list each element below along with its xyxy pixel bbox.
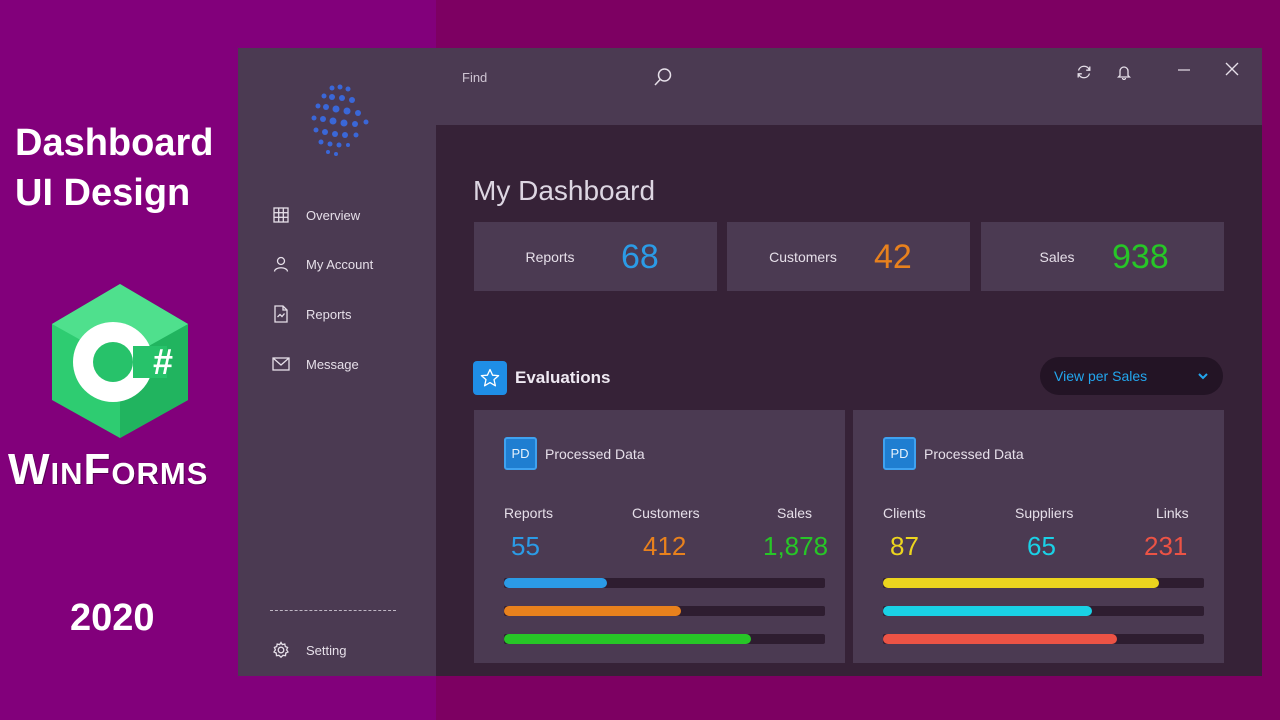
- view-select-dropdown[interactable]: View per Sales: [1040, 357, 1223, 395]
- sidebar-item-message[interactable]: Message: [270, 352, 359, 376]
- minimize-icon: [1178, 69, 1190, 71]
- stat-value: 68: [621, 238, 659, 276]
- metric-label-sales: Sales: [777, 505, 813, 521]
- promo-title: Dashboard UI Design: [15, 118, 213, 218]
- sidebar-item-reports[interactable]: Reports: [270, 302, 352, 326]
- progress-bar-sales: [504, 634, 752, 644]
- evaluations-title: Evaluations: [515, 368, 611, 387]
- progress-track-sales: [504, 634, 825, 644]
- metric-value-sales: 1,878: [763, 531, 829, 561]
- metric-value-reports: 55: [511, 531, 540, 561]
- metric-value-customers: 412: [643, 531, 687, 561]
- metric-value-links: 231: [1144, 531, 1188, 561]
- csharp-logo: #: [52, 284, 188, 438]
- search-icon: [654, 68, 672, 86]
- csharp-logo-hash: #: [153, 341, 173, 382]
- notifications-button[interactable]: [1112, 60, 1136, 84]
- promo-title-line2: UI Design: [15, 172, 191, 214]
- stat-label: Reports: [525, 249, 575, 265]
- sidebar-divider: [270, 610, 396, 611]
- sidebar-item-label: Message: [306, 356, 359, 372]
- pd-badge: PD: [883, 437, 916, 470]
- minimize-button[interactable]: [1172, 58, 1196, 82]
- mail-icon: [270, 355, 292, 373]
- stat-value: 938: [1112, 238, 1169, 276]
- stat-card-sales: Sales 938: [981, 222, 1224, 291]
- progress-bar-links: [883, 634, 1118, 644]
- promo-framework: WinForms: [8, 445, 209, 494]
- panel-title: Processed Data: [924, 446, 1024, 462]
- panel-title: Processed Data: [545, 446, 645, 462]
- promo-year: 2020: [70, 597, 155, 639]
- brand-logo: [311, 84, 369, 156]
- progress-track-clients: [883, 578, 1204, 588]
- report-file-icon: [270, 305, 292, 323]
- user-icon: [270, 255, 292, 273]
- search-button[interactable]: [652, 66, 674, 88]
- dashboard-content: My Dashboard Reports 68 Customers 42 Sal…: [436, 125, 1262, 676]
- view-select-value: View per Sales: [1054, 368, 1148, 384]
- stat-label: Customers: [769, 249, 837, 265]
- gear-icon: [270, 641, 292, 659]
- metric-label-reports: Reports: [504, 505, 554, 521]
- chevron-down-icon: [1198, 373, 1208, 380]
- progress-bar-suppliers: [883, 606, 1092, 616]
- search-input[interactable]: [462, 66, 672, 88]
- topbar: [436, 48, 1262, 125]
- sidebar-item-setting[interactable]: Setting: [270, 638, 346, 662]
- sidebar-item-label: Setting: [306, 642, 347, 658]
- progress-track-reports: [504, 578, 825, 588]
- page-title: My Dashboard: [473, 175, 656, 206]
- metric-value-suppliers: 65: [1027, 531, 1056, 561]
- progress-track-links: [883, 634, 1204, 644]
- grid-icon: [270, 206, 292, 224]
- metric-label-links: Links: [1156, 505, 1189, 521]
- sidebar: Overview My Account Reports Message Sett…: [238, 48, 436, 676]
- star-icon: [480, 368, 500, 387]
- promo-title-line1: Dashboard: [15, 122, 214, 164]
- stat-value: 42: [874, 238, 912, 276]
- close-icon: [1225, 62, 1239, 76]
- sidebar-item-label: My Account: [306, 256, 374, 272]
- stat-label: Sales: [1039, 249, 1075, 265]
- app-window: Overview My Account Reports Message Sett…: [238, 48, 1262, 676]
- sidebar-item-label: Reports: [306, 306, 352, 322]
- refresh-button[interactable]: [1072, 60, 1096, 84]
- close-button[interactable]: [1220, 57, 1244, 81]
- progress-bar-customers: [504, 606, 681, 616]
- metric-label-suppliers: Suppliers: [1015, 505, 1074, 521]
- metric-label-customers: Customers: [632, 505, 700, 521]
- processed-data-panel: PD Processed Data Clients Suppliers Link…: [853, 410, 1224, 663]
- progress-bar-reports: [504, 578, 607, 588]
- progress-bar-clients: [883, 578, 1160, 588]
- sidebar-item-my-account[interactable]: My Account: [270, 252, 373, 276]
- pd-badge: PD: [504, 437, 537, 470]
- processed-data-panel: PD Processed Data Reports Customers Sale…: [474, 410, 845, 663]
- refresh-icon: [1077, 65, 1091, 79]
- stat-card-customers: Customers 42: [727, 222, 970, 291]
- metric-label-clients: Clients: [883, 505, 926, 521]
- stat-card-reports: Reports 68: [474, 222, 717, 291]
- evaluations-icon: [473, 361, 507, 395]
- bell-icon: [1117, 66, 1131, 80]
- progress-track-suppliers: [883, 606, 1204, 616]
- sidebar-item-label: Overview: [306, 207, 361, 223]
- sidebar-item-overview[interactable]: Overview: [270, 203, 360, 227]
- progress-track-customers: [504, 606, 825, 616]
- metric-value-clients: 87: [890, 531, 919, 561]
